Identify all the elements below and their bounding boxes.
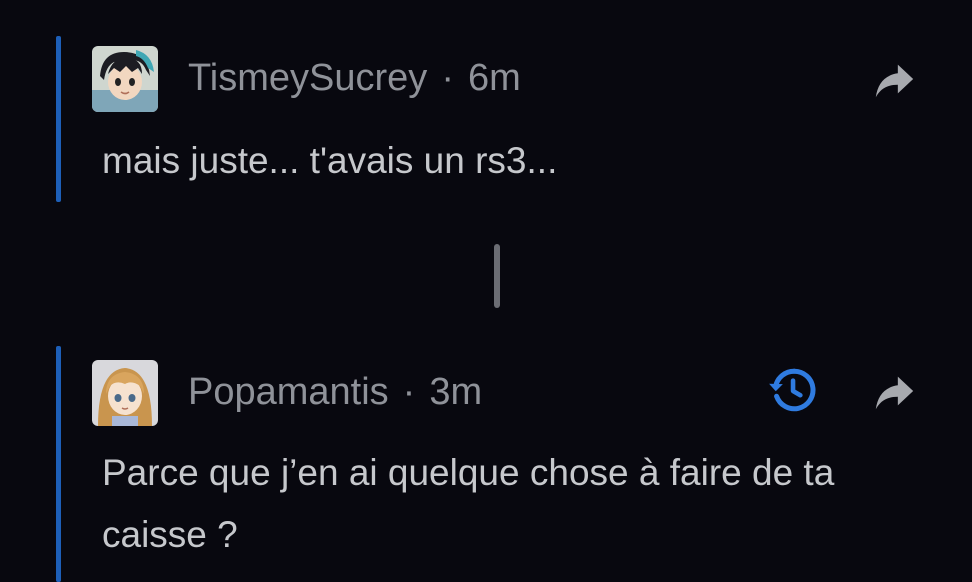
timestamp: 3m bbox=[429, 371, 483, 413]
user-avatar[interactable] bbox=[92, 360, 158, 426]
separator-dot: · bbox=[441, 57, 454, 99]
share-icon bbox=[875, 64, 914, 98]
thread-divider bbox=[494, 244, 500, 308]
comment-text: mais juste... t'avais un rs3... bbox=[102, 140, 558, 181]
comment: TismeySucrey · 6m mais juste... t'avais un… bbox=[0, 36, 972, 206]
user-avatar[interactable] bbox=[92, 46, 158, 112]
separator-dot: · bbox=[402, 371, 416, 413]
comment-thread: TismeySucrey · 6m mais juste... t'avais un… bbox=[0, 0, 972, 582]
history-icon bbox=[769, 368, 816, 412]
comment-header: Popamantis · 3m bbox=[188, 370, 482, 414]
share-icon bbox=[875, 376, 914, 410]
share-button[interactable] bbox=[868, 54, 920, 106]
comment-header: TismeySucrey · 6m bbox=[188, 56, 521, 100]
username[interactable]: Popamantis bbox=[188, 371, 389, 413]
username[interactable]: TismeySucrey bbox=[188, 57, 427, 99]
comment-text: Parce que j’en ai quelque chose à faire … bbox=[102, 452, 835, 555]
timestamp: 6m bbox=[467, 57, 521, 99]
anime-avatar-dark-hair-icon bbox=[92, 46, 158, 112]
comment-accent-bar bbox=[56, 36, 61, 202]
share-button[interactable] bbox=[868, 366, 920, 418]
comment: Popamantis · 3m Parce que j’en ai quelque … bbox=[0, 346, 972, 582]
anime-avatar-blonde-hair-icon bbox=[92, 360, 158, 426]
comment-accent-bar bbox=[56, 346, 61, 582]
edit-history-button[interactable] bbox=[766, 364, 818, 416]
